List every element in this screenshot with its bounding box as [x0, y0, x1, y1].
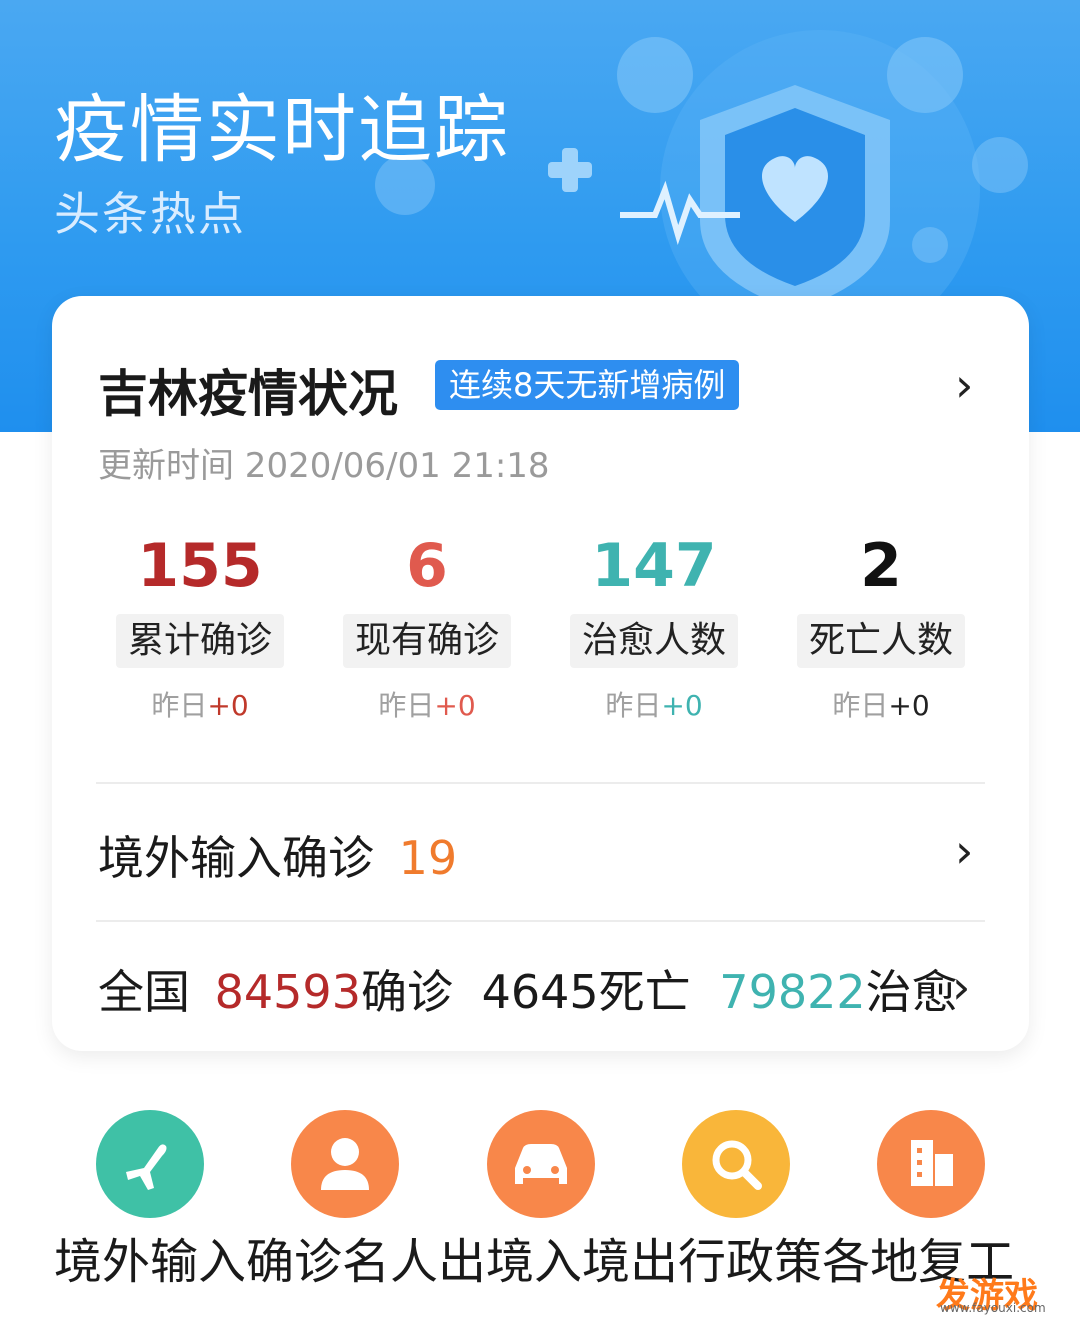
stat-value: 6: [406, 531, 448, 601]
national-deaths-value: 4645: [481, 965, 599, 1019]
stat-delta: 昨日+0: [151, 689, 249, 722]
stat-delta: 昨日+0: [378, 689, 476, 722]
search-icon[interactable]: [682, 1110, 790, 1218]
stat-label: 现有确诊: [342, 614, 511, 668]
national-confirmed-value: 84593: [214, 965, 361, 1019]
chevron-right-icon[interactable]: ›: [955, 358, 973, 412]
national-deaths-label: 死亡: [598, 965, 691, 1019]
imported-cases-row[interactable]: 境外输入确诊 19: [98, 822, 457, 888]
national-confirmed-label: 确诊: [360, 965, 453, 1019]
national-cured-value: 79822: [719, 965, 866, 1019]
national-cured-label: 治愈: [865, 965, 958, 1019]
card-title[interactable]: 吉林疫情状况: [98, 354, 398, 426]
watermark-url: www.fayouxi.com: [940, 1301, 1046, 1315]
imported-value: 19: [398, 831, 458, 885]
hero-title: 疫情实时追踪: [54, 87, 510, 173]
stat-label: 死亡人数: [796, 614, 965, 668]
stat-delta: 昨日+0: [832, 689, 930, 722]
shortcut-label-celebrity[interactable]: 名人: [342, 1222, 438, 1292]
stat-label: 治愈人数: [569, 614, 738, 668]
car-icon[interactable]: [487, 1110, 595, 1218]
stat-label: 累计确诊: [115, 614, 284, 668]
national-prefix: 全国: [98, 965, 190, 1019]
shortcut-label-entry-exit[interactable]: 出境入境: [438, 1222, 630, 1292]
province-summary-card: 吉林疫情状况 连续8天无新增病例 › 更新时间 2020/06/01 21:18…: [52, 296, 1029, 1051]
person-icon[interactable]: [291, 1110, 399, 1218]
divider: [96, 782, 985, 784]
stat-value: 155: [137, 531, 263, 601]
national-summary-row[interactable]: 全国 84593确诊 4645死亡 79822治愈: [98, 956, 958, 1022]
stat-delta: 昨日+0: [605, 689, 703, 722]
stats-row: 155 累计确诊 昨日+0 6 现有确诊 昨日+0 147 治愈人数 昨日+0 …: [52, 528, 1029, 728]
stat-current-confirmed: 6 现有确诊 昨日+0: [317, 528, 537, 724]
update-time: 更新时间 2020/06/01 21:18: [98, 446, 550, 486]
stat-value: 147: [591, 531, 717, 601]
divider: [96, 920, 985, 922]
hero-subtitle: 头条热点: [54, 187, 246, 241]
shortcut-label-imported[interactable]: 境外输入确诊: [54, 1222, 342, 1292]
airplane-icon[interactable]: [96, 1110, 204, 1218]
building-icon[interactable]: [877, 1110, 985, 1218]
stat-cured: 147 治愈人数 昨日+0: [544, 528, 764, 724]
stat-value: 2: [860, 531, 902, 601]
chevron-right-icon[interactable]: ›: [952, 960, 970, 1014]
shortcut-label-travel-policy[interactable]: 出行政策: [630, 1222, 822, 1292]
chevron-right-icon[interactable]: ›: [955, 824, 973, 878]
shortcut-labels: 境外输入确诊名人出境入境出行政策各地复工: [54, 1222, 1014, 1292]
imported-label: 境外输入确诊: [98, 831, 374, 885]
stat-total-confirmed: 155 累计确诊 昨日+0: [90, 528, 310, 724]
stat-deaths: 2 死亡人数 昨日+0: [771, 528, 991, 724]
status-badge: 连续8天无新增病例: [435, 360, 740, 410]
